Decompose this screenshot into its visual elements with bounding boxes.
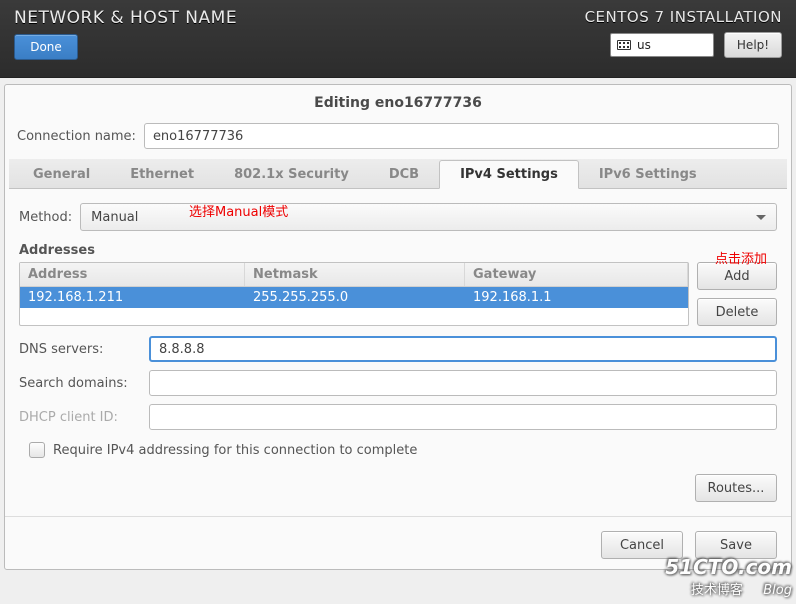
- tab-ipv6-settings[interactable]: IPv6 Settings: [579, 161, 717, 188]
- method-combobox[interactable]: Manual: [80, 203, 777, 231]
- help-button[interactable]: Help!: [724, 32, 782, 58]
- keyboard-layout-indicator[interactable]: us: [610, 33, 714, 57]
- page-title: NETWORK & HOST NAME: [14, 8, 237, 28]
- addresses-table[interactable]: Address Netmask Gateway 192.168.1.211 25…: [19, 262, 689, 326]
- watermark-sub-right: Blog: [763, 583, 792, 598]
- keyboard-icon: [617, 40, 631, 50]
- dns-input[interactable]: [149, 336, 777, 362]
- done-button[interactable]: Done: [14, 34, 78, 60]
- addresses-header-row: Address Netmask Gateway: [20, 263, 688, 287]
- header-right: CENTOS 7 INSTALLATION us Help!: [585, 8, 782, 69]
- save-button[interactable]: Save: [695, 531, 777, 559]
- dialog-title: Editing eno16777736: [5, 85, 791, 119]
- col-address[interactable]: Address: [20, 263, 245, 286]
- tab-general[interactable]: General: [13, 161, 110, 188]
- annotation-add: 点击添加: [715, 248, 767, 267]
- require-ipv4-label: Require IPv4 addressing for this connect…: [53, 443, 417, 458]
- search-domains-label: Search domains:: [19, 376, 141, 391]
- col-netmask[interactable]: Netmask: [245, 263, 465, 286]
- routes-button[interactable]: Routes...: [695, 474, 777, 502]
- tab-8021x-security[interactable]: 802.1x Security: [214, 161, 369, 188]
- search-domains-input[interactable]: [149, 370, 777, 396]
- annotation-method: 选择Manual模式: [189, 201, 288, 220]
- dns-label: DNS servers:: [19, 342, 141, 357]
- tab-ethernet[interactable]: Ethernet: [110, 161, 214, 188]
- install-title: CENTOS 7 INSTALLATION: [585, 8, 782, 26]
- header-left: NETWORK & HOST NAME Done: [14, 8, 237, 69]
- edit-connection-dialog: Editing eno16777736 Connection name: Gen…: [4, 84, 792, 570]
- col-gateway[interactable]: Gateway: [465, 263, 688, 286]
- method-label: Method:: [19, 210, 72, 225]
- require-ipv4-checkbox[interactable]: [29, 442, 45, 458]
- connection-name-input[interactable]: [144, 123, 779, 149]
- tab-ipv4-settings[interactable]: IPv4 Settings: [439, 160, 579, 189]
- method-value: Manual: [91, 210, 138, 225]
- cell-netmask: 255.255.255.0: [245, 287, 465, 308]
- dhcp-client-id-input: [149, 404, 777, 430]
- addresses-section-label: Addresses: [5, 235, 791, 262]
- table-row[interactable]: 192.168.1.211 255.255.255.0 192.168.1.1: [20, 287, 688, 308]
- installer-header: NETWORK & HOST NAME Done CENTOS 7 INSTAL…: [0, 0, 796, 78]
- cell-address: 192.168.1.211: [20, 287, 245, 308]
- settings-tabs: General Ethernet 802.1x Security DCB IPv…: [9, 159, 787, 189]
- connection-name-label: Connection name:: [17, 129, 136, 144]
- tab-dcb[interactable]: DCB: [369, 161, 439, 188]
- cancel-button[interactable]: Cancel: [601, 531, 683, 559]
- cell-gateway: 192.168.1.1: [465, 287, 688, 308]
- keyboard-layout-text: us: [637, 38, 651, 52]
- watermark-sub-left: 技术博客: [691, 583, 743, 598]
- dhcp-client-id-label: DHCP client ID:: [19, 410, 141, 425]
- delete-address-button[interactable]: Delete: [697, 298, 777, 326]
